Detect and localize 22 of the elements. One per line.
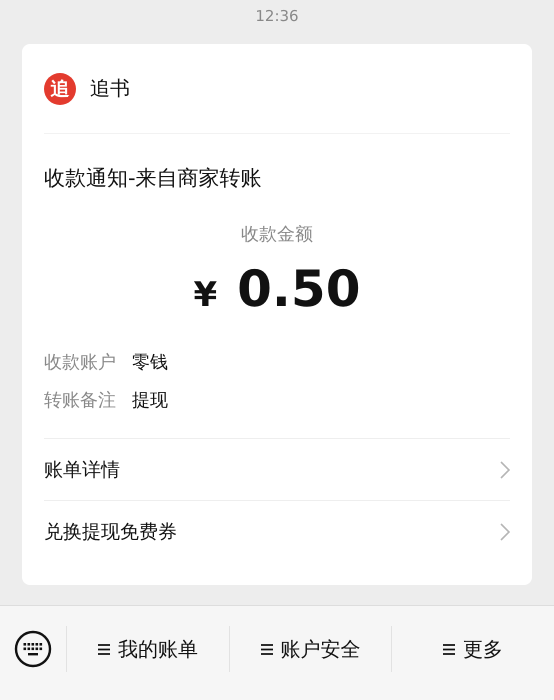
menu-icon [443,644,456,654]
menu-icon [260,644,272,654]
link-label[interactable]: 兑换提现免费券 [44,519,177,545]
detail-value: 零钱 [132,351,168,374]
menu-button[interactable]: 账户安全 [228,626,392,672]
app-name: 追书 [90,75,130,102]
amount-label: 收款金额 [240,223,314,246]
detail-value: 提现 [132,389,168,412]
currency-symbol: ¥ [193,275,218,315]
menu-button[interactable]: 我的账单 [66,626,229,672]
amount-value: 0.50 [237,260,361,318]
link-label[interactable]: 账单详情 [44,456,120,482]
app-logo: 追 [44,72,76,104]
detail-label: 收款账户 [44,351,116,374]
menu-icon [98,644,110,654]
menu-button[interactable]: 更多 [391,626,554,672]
detail-label: 转账备注 [44,389,116,412]
notification-title: 收款通知-来自商家转账 [44,165,263,192]
chevron-icon [500,460,510,478]
status-time: 12:36 [255,7,299,25]
keyboard-icon [14,630,52,668]
chevron-icon [500,523,510,541]
